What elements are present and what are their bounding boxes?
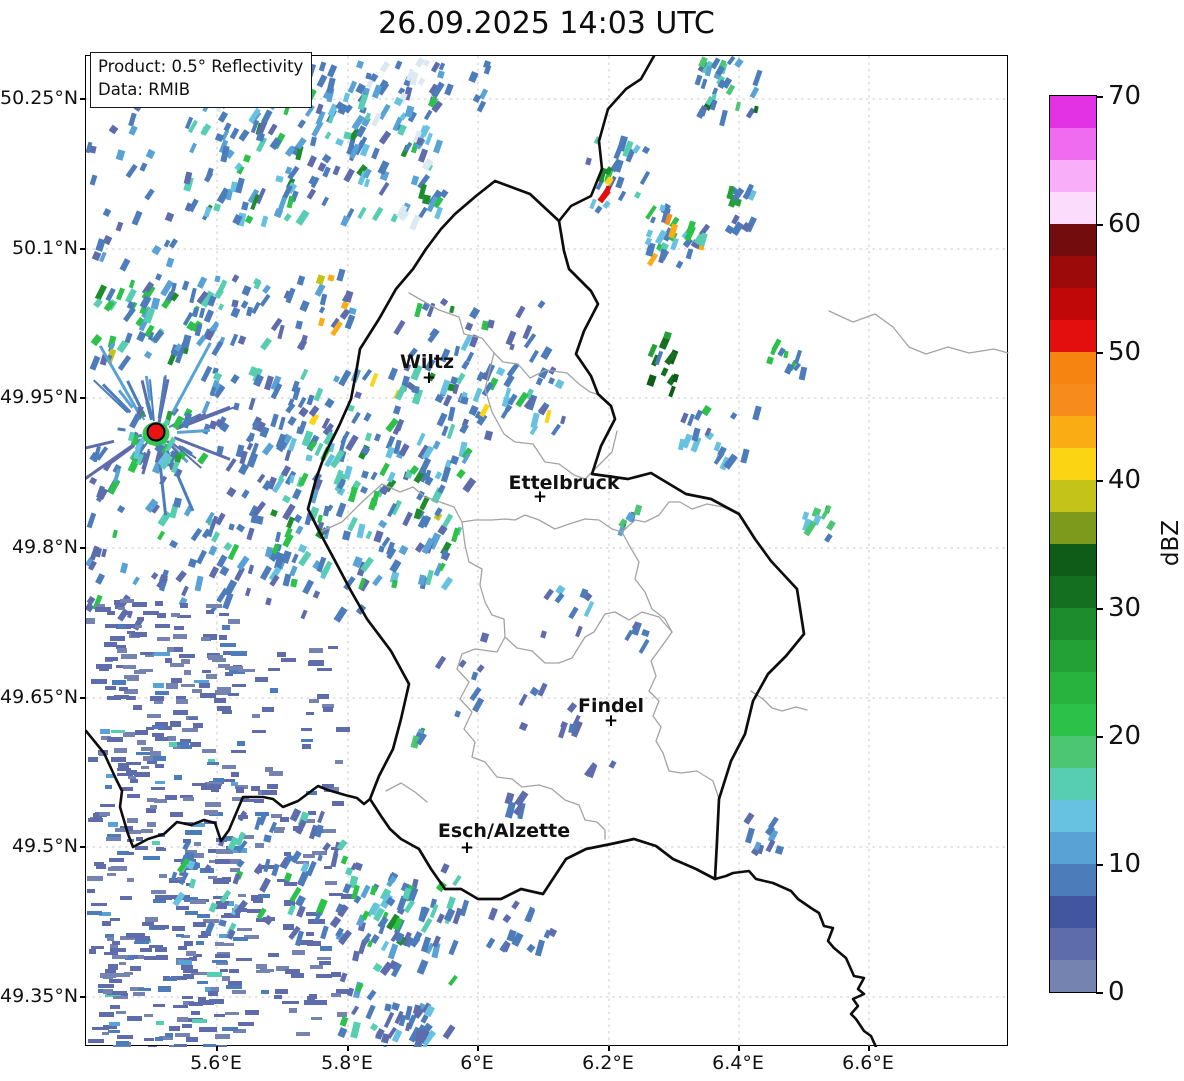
colorbar-segment bbox=[1050, 512, 1096, 544]
colorbar-segment bbox=[1050, 736, 1096, 768]
radar-site-icon bbox=[146, 422, 166, 442]
colorbar-axis-label: dBZ bbox=[1158, 519, 1184, 567]
colorbar-segment bbox=[1050, 320, 1096, 352]
colorbar-segment bbox=[1050, 128, 1096, 160]
colorbar-segment bbox=[1050, 224, 1096, 256]
x-tick-label: 6°E bbox=[460, 1052, 494, 1074]
y-tick-label: 49.95°N bbox=[0, 386, 79, 408]
colorbar-tick-mark bbox=[1096, 736, 1103, 738]
colorbar-segment bbox=[1050, 544, 1096, 576]
colorbar-tick-label: 70 bbox=[1108, 81, 1142, 111]
colorbar-segment bbox=[1050, 608, 1096, 640]
colorbar-tick-mark bbox=[1096, 992, 1103, 994]
city-plus-marker-icon: + bbox=[421, 367, 437, 388]
city-plus-marker-icon: + bbox=[459, 837, 475, 858]
colorbar-segment bbox=[1050, 416, 1096, 448]
y-tick-mark bbox=[80, 846, 85, 848]
x-tick-mark bbox=[477, 1046, 479, 1051]
colorbar-segment bbox=[1050, 960, 1096, 992]
data-source-line: Data: RMIB bbox=[98, 79, 191, 99]
city-plus-marker-icon: + bbox=[532, 486, 548, 507]
colorbar-segment bbox=[1050, 672, 1096, 704]
y-tick-label: 50.1°N bbox=[11, 237, 78, 259]
radar-echo-layer bbox=[86, 56, 1009, 1047]
x-tick-mark bbox=[868, 1046, 870, 1051]
colorbar-tick-mark bbox=[1096, 864, 1103, 866]
colorbar-segment bbox=[1050, 800, 1096, 832]
colorbar-tick-mark bbox=[1096, 608, 1103, 610]
y-tick-label: 50.25°N bbox=[0, 87, 79, 109]
colorbar-segment bbox=[1050, 288, 1096, 320]
city-label: Ettelbruck bbox=[508, 472, 620, 494]
colorbar-segment bbox=[1050, 160, 1096, 192]
x-tick-label: 5.6°E bbox=[190, 1052, 242, 1074]
x-tick-label: 6.2°E bbox=[582, 1052, 634, 1074]
y-tick-mark bbox=[80, 248, 85, 250]
y-tick-mark bbox=[80, 98, 85, 100]
city-label: Esch/Alzette bbox=[437, 820, 571, 842]
colorbar-tick-mark bbox=[1096, 96, 1103, 98]
x-tick-mark bbox=[347, 1046, 349, 1051]
chart-title: 26.09.2025 14:03 UTC bbox=[378, 6, 715, 41]
colorbar-tick-label: 40 bbox=[1108, 465, 1142, 495]
colorbar-tick-mark bbox=[1096, 480, 1103, 482]
colorbar-segment bbox=[1050, 768, 1096, 800]
colorbar-segment bbox=[1050, 864, 1096, 896]
y-tick-mark bbox=[80, 697, 85, 699]
product-line: Product: 0.5° Reflectivity bbox=[98, 57, 304, 76]
colorbar-tick-label: 10 bbox=[1108, 849, 1142, 879]
colorbar-segment bbox=[1050, 640, 1096, 672]
colorbar-segment bbox=[1050, 704, 1096, 736]
y-tick-label: 49.65°N bbox=[0, 686, 79, 708]
y-tick-label: 49.5°N bbox=[11, 835, 78, 857]
city-plus-marker-icon: + bbox=[603, 710, 619, 731]
colorbar-tick-label: 30 bbox=[1108, 593, 1142, 623]
colorbar-tick-label: 50 bbox=[1108, 337, 1142, 367]
colorbar bbox=[1049, 95, 1097, 993]
colorbar-tick-mark bbox=[1096, 352, 1103, 354]
colorbar-segment bbox=[1050, 352, 1096, 384]
colorbar-tick-label: 20 bbox=[1108, 721, 1142, 751]
colorbar-segment bbox=[1050, 448, 1096, 480]
x-tick-label: 6.4°E bbox=[712, 1052, 764, 1074]
x-tick-label: 5.8°E bbox=[321, 1052, 373, 1074]
y-tick-label: 49.35°N bbox=[0, 985, 79, 1007]
y-tick-mark bbox=[80, 547, 85, 549]
colorbar-segment bbox=[1050, 192, 1096, 224]
colorbar-tick-mark bbox=[1096, 224, 1103, 226]
x-tick-mark bbox=[608, 1046, 610, 1051]
colorbar-tick-label: 0 bbox=[1108, 977, 1125, 1007]
colorbar-segment bbox=[1050, 576, 1096, 608]
colorbar-segment bbox=[1050, 480, 1096, 512]
x-tick-mark bbox=[216, 1046, 218, 1051]
y-tick-label: 49.8°N bbox=[11, 536, 78, 558]
y-tick-mark bbox=[80, 397, 85, 399]
colorbar-segment bbox=[1050, 896, 1096, 928]
colorbar-segment bbox=[1050, 96, 1096, 128]
colorbar-segment bbox=[1050, 832, 1096, 864]
x-tick-mark bbox=[738, 1046, 740, 1051]
colorbar-tick-label: 60 bbox=[1108, 209, 1142, 239]
y-tick-mark bbox=[80, 996, 85, 998]
plot-area: Wiltz + Ettelbruck + Findel + Esch/Alzette + bbox=[85, 55, 1009, 1047]
radar-map-figure: 26.09.2025 14:03 UTC Wiltz + Ettelbruck + Fi… bbox=[0, 0, 1184, 1081]
colorbar-segment bbox=[1050, 928, 1096, 960]
colorbar-segment bbox=[1050, 256, 1096, 288]
x-tick-label: 6.6°E bbox=[842, 1052, 894, 1074]
colorbar-segment bbox=[1050, 384, 1096, 416]
product-info-box: Product: 0.5° Reflectivity Data: RMIB bbox=[90, 52, 313, 108]
